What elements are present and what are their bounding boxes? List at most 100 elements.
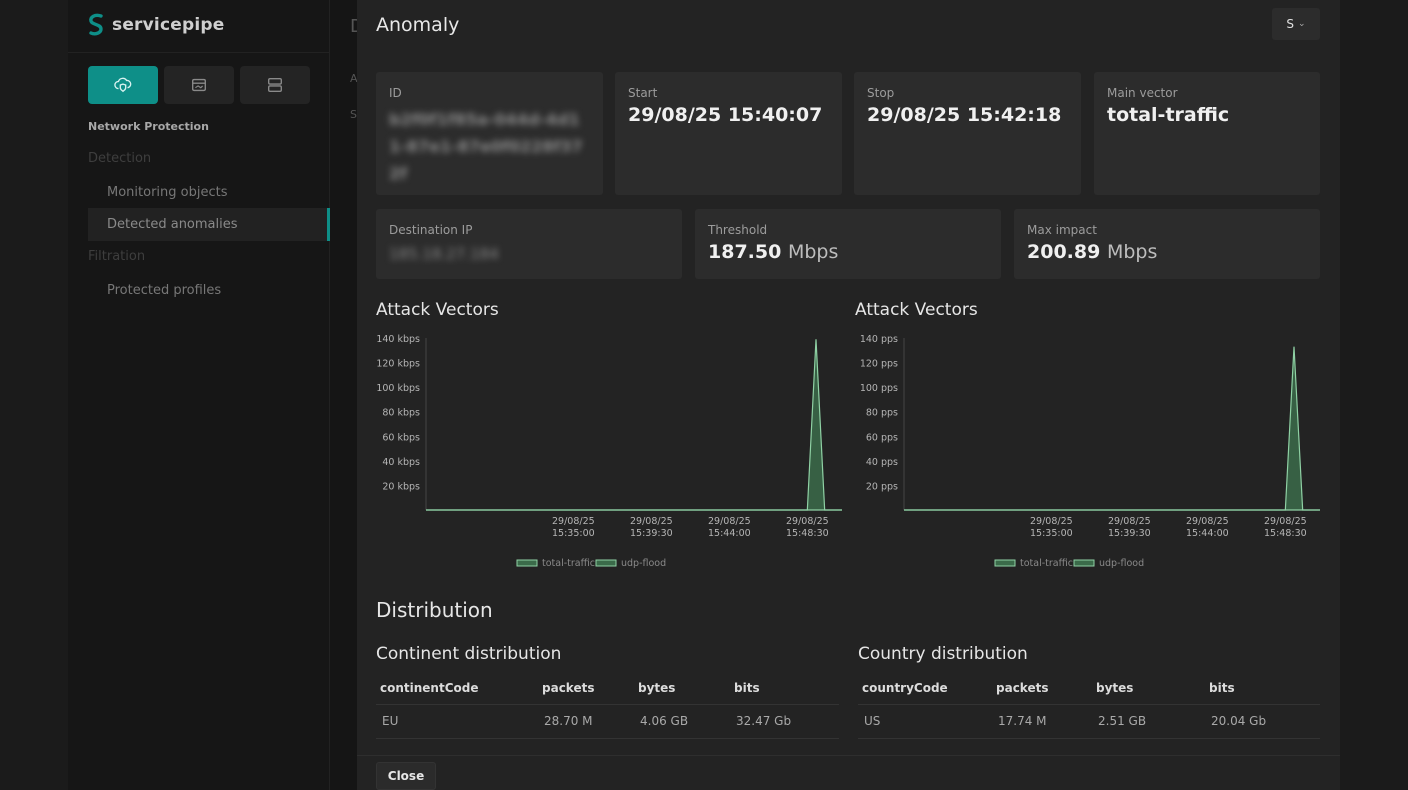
y-tick-label: 80 kbps	[382, 408, 420, 419]
cloud-shield-icon	[114, 77, 132, 93]
table-header-row: continentCode packets bytes bits	[376, 672, 839, 705]
nav-button-web[interactable]	[164, 66, 234, 104]
y-tick-label: 100 pps	[860, 383, 898, 394]
max-impact-unit: Mbps	[1106, 241, 1158, 263]
logo[interactable]: servicepipe	[86, 12, 224, 38]
legend-swatch	[516, 559, 538, 567]
chart-svg: 20 kbps 40 kbps 60 kbps 80 kbps 100 kbps 120 …	[376, 334, 842, 569]
column-header[interactable]: bits	[730, 672, 839, 705]
table-row: EU 28.70 M 4.06 GB 32.47 Gb	[376, 704, 839, 739]
destination-ip-value: 185.18.27.184	[389, 245, 499, 263]
legend-label: total-traffic	[542, 558, 595, 569]
card-start: Start 29/08/25 15:40:07	[615, 72, 842, 195]
sidebar-group-detection: Detection	[88, 151, 152, 166]
series-line-total-traffic	[426, 339, 842, 511]
card-label: Stop	[867, 86, 895, 100]
x-tick-label: 15:35:00	[1030, 528, 1073, 539]
table-cell: 17.74 M	[992, 704, 1092, 739]
sidebar-item-detected-anomalies[interactable]: Detected anomalies	[88, 208, 330, 241]
y-tick-label: 40 kbps	[382, 457, 420, 468]
modal-title: Anomaly	[376, 14, 460, 36]
background-right	[1340, 0, 1408, 790]
x-tick-label: 15:48:30	[1264, 528, 1307, 539]
attack-vectors-packets-chart: 20 pps 40 pps 60 pps 80 pps 100 pps 120 pps 14…	[835, 326, 1325, 576]
table-row: US 17.74 M 2.51 GB 20.04 Gb	[858, 704, 1320, 739]
table-cell: 4.06 GB	[634, 704, 730, 739]
threshold-unit: Mbps	[787, 241, 839, 263]
card-label: Threshold	[708, 223, 768, 237]
sidebar-item-protected-profiles[interactable]: Protected profiles	[88, 274, 330, 307]
close-button[interactable]: Close	[376, 762, 436, 790]
y-tick-label: 60 pps	[866, 432, 898, 443]
servicepipe-logo-icon	[89, 13, 103, 36]
y-tick-label: 20 kbps	[382, 481, 420, 492]
column-header[interactable]: packets	[992, 672, 1092, 705]
chart-svg: 20 pps 40 pps 60 pps 80 pps 100 pps 120 pps 14…	[860, 334, 1320, 569]
chart-title-packets: Attack Vectors	[855, 300, 978, 320]
table-cell: 32.47 Gb	[730, 704, 839, 739]
divider	[68, 52, 330, 53]
app-name: servicepipe	[112, 15, 225, 35]
user-menu-button[interactable]: S ⌄	[1272, 8, 1320, 40]
y-tick-label: 40 pps	[866, 457, 898, 468]
y-tick-label: 80 pps	[866, 408, 898, 419]
card-stop: Stop 29/08/25 15:42:18	[854, 72, 1081, 195]
legend-label: udp-flood	[621, 558, 666, 569]
anomaly-id-value: b2f0f1f85a-044d-4d11-87e1-87e0f0228f372f	[389, 110, 583, 183]
card-label: ID	[389, 86, 402, 100]
series-line-total-traffic	[904, 346, 1320, 511]
attack-vectors-bandwidth-chart: 20 kbps 40 kbps 60 kbps 80 kbps 100 kbps 120 …	[357, 326, 847, 576]
card-main-vector: Main vector total-traffic	[1094, 72, 1320, 195]
x-tick-label: 29/08/25	[786, 516, 829, 527]
y-tick-label: 120 kbps	[376, 359, 420, 370]
main-vector-value: total-traffic	[1107, 104, 1230, 126]
x-tick-label: 15:39:30	[630, 528, 673, 539]
nav-button-servers[interactable]	[240, 66, 310, 104]
browser-window-icon	[192, 78, 206, 92]
x-tick-label: 15:44:00	[1186, 528, 1229, 539]
x-tick-label: 15:39:30	[1108, 528, 1151, 539]
card-label: Main vector	[1107, 86, 1178, 100]
stop-value: 29/08/25 15:42:18	[867, 104, 1062, 126]
card-max-impact: Max impact 200.89 Mbps	[1014, 209, 1320, 279]
chart-title-bandwidth: Attack Vectors	[376, 300, 499, 320]
column-header[interactable]: bits	[1205, 672, 1320, 705]
background-left	[0, 0, 68, 790]
server-icon	[268, 78, 282, 92]
footer-divider	[357, 755, 1340, 756]
table-cell: 2.51 GB	[1092, 704, 1205, 739]
series-area-total-traffic	[904, 346, 1320, 510]
card-threshold: Threshold 187.50 Mbps	[695, 209, 1001, 279]
legend-swatch	[595, 559, 617, 567]
chevron-down-icon: ⌄	[1298, 19, 1306, 29]
x-tick-label: 29/08/25	[1108, 516, 1151, 527]
column-header[interactable]: packets	[538, 672, 634, 705]
user-initial: S	[1286, 17, 1295, 31]
threshold-value: 187.50	[708, 241, 782, 263]
sidebar-item-monitoring-objects[interactable]: Monitoring objects	[88, 176, 330, 209]
x-tick-label: 29/08/25	[552, 516, 595, 527]
column-header[interactable]: bytes	[1092, 672, 1205, 705]
underlying-page-edge: D A S	[330, 0, 364, 790]
nav-button-network-protection[interactable]	[88, 66, 158, 104]
y-tick-label: 60 kbps	[382, 432, 420, 443]
column-header[interactable]: bytes	[634, 672, 730, 705]
column-header[interactable]: continentCode	[376, 672, 538, 705]
y-tick-label: 100 kbps	[376, 383, 420, 394]
series-area-total-traffic	[426, 339, 842, 510]
table-header-row: countryCode packets bytes bits	[858, 672, 1320, 705]
y-tick-label: 20 pps	[866, 481, 898, 492]
start-value: 29/08/25 15:40:07	[628, 104, 823, 126]
sidebar-group-filtration: Filtration	[88, 249, 146, 264]
sidebar-section-title: Network Protection	[88, 120, 209, 133]
max-impact-value: 200.89	[1027, 241, 1101, 263]
country-table: countryCode packets bytes bits US 17.74 …	[858, 672, 1320, 739]
column-header[interactable]: countryCode	[858, 672, 992, 705]
continent-distribution-title: Continent distribution	[376, 644, 562, 664]
x-tick-label: 29/08/25	[630, 516, 673, 527]
y-tick-label: 120 pps	[860, 359, 898, 370]
card-label: Destination IP	[389, 223, 473, 237]
y-tick-label: 140 pps	[860, 334, 898, 345]
legend-label: udp-flood	[1099, 558, 1144, 569]
continent-table: continentCode packets bytes bits EU 28.7…	[376, 672, 839, 739]
